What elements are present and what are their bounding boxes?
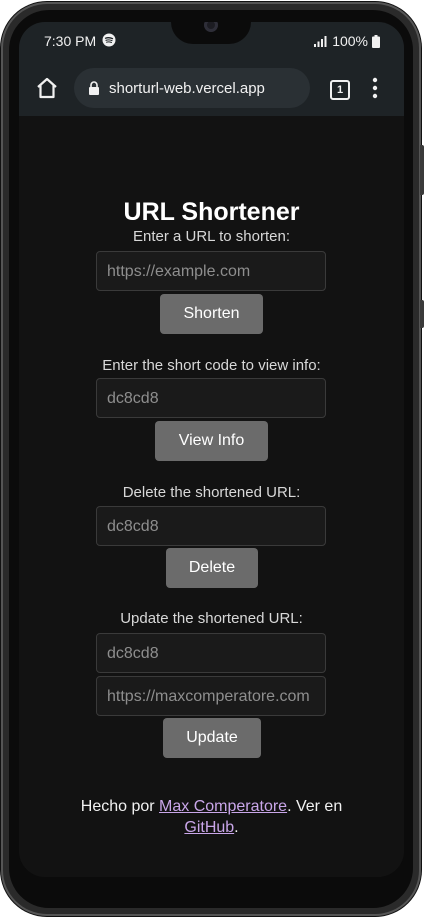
battery-icon [372, 34, 380, 48]
tabs-button[interactable]: 1 [330, 80, 350, 100]
power-button [420, 145, 424, 195]
footer: Hecho por Max Comperatore. Ver en GitHub… [19, 796, 404, 838]
signal-icon [314, 36, 327, 47]
screen: 7:30 PM 100% shorturl-web.vercel.app 1 U… [19, 22, 404, 877]
footer-suffix: . [234, 819, 239, 836]
update-code-input[interactable]: dc8cd8 [96, 633, 326, 673]
delete-code-input[interactable]: dc8cd8 [96, 506, 326, 546]
status-time: 7:30 PM [44, 33, 97, 49]
update-url-input[interactable]: https://maxcomperatore.com [96, 676, 326, 716]
browser-toolbar: shorturl-web.vercel.app 1 [19, 62, 404, 116]
lock-icon [89, 81, 99, 95]
more-vert-icon[interactable] [371, 77, 379, 99]
page-content: URL Shortener Enter a URL to shorten: ht… [19, 116, 404, 877]
status-bar: 7:30 PM 100% [19, 22, 404, 62]
github-link[interactable]: GitHub [184, 819, 234, 836]
update-label: Update the shortened URL: [120, 610, 303, 627]
home-icon[interactable] [35, 76, 59, 100]
status-right: 100% [314, 33, 380, 49]
address-bar-url: shorturl-web.vercel.app [109, 80, 265, 97]
delete-label: Delete the shortened URL: [122, 484, 301, 501]
volume-button [420, 300, 424, 328]
shorten-label: Enter a URL to shorten: [132, 228, 291, 245]
shorten-button[interactable]: Shorten [160, 294, 263, 334]
footer-middle: . Ver en [287, 798, 343, 815]
page-title: URL Shortener [123, 198, 300, 226]
url-input[interactable]: https://example.com [96, 251, 326, 291]
address-bar[interactable]: shorturl-web.vercel.app [74, 68, 310, 108]
battery-percent: 100% [332, 33, 368, 49]
delete-button[interactable]: Delete [166, 548, 258, 588]
footer-prefix: Hecho por [80, 798, 160, 815]
author-link[interactable]: Max Comperatore [159, 798, 287, 815]
update-button[interactable]: Update [163, 718, 261, 758]
info-label: Enter the short code to view info: [102, 357, 321, 374]
info-code-input[interactable]: dc8cd8 [96, 378, 326, 418]
view-info-button[interactable]: View Info [155, 421, 268, 461]
spotify-icon [102, 33, 116, 47]
phone-frame: 7:30 PM 100% shorturl-web.vercel.app 1 U… [0, 0, 424, 919]
